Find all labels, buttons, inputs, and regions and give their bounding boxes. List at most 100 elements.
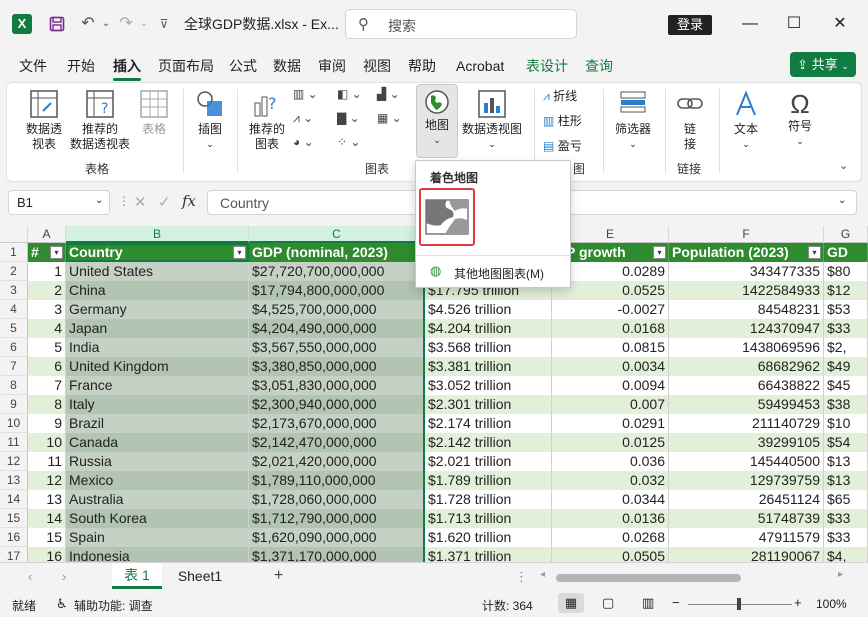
cell-country[interactable]: United States [66, 262, 249, 281]
cell-growth[interactable]: 0.0125 [552, 433, 669, 452]
column-header-a[interactable]: A [28, 226, 66, 243]
row-header[interactable]: 12 [0, 452, 28, 471]
share-button[interactable]: ⇪ 共享 ⌄ [790, 52, 856, 77]
customize-toolbar-icon[interactable]: ⊽ [152, 12, 176, 36]
cell-index[interactable]: 3 [28, 300, 66, 319]
pivot-chart-button[interactable]: 数据透视图 ⌄ [459, 89, 525, 152]
tab-home[interactable]: 开始 [67, 56, 95, 76]
collapse-ribbon-icon[interactable]: ⌄ [839, 159, 848, 172]
cell-gdp-per-capita[interactable]: $13 [824, 471, 868, 490]
row-header[interactable]: 7 [0, 357, 28, 376]
cell-gdp-per-capita[interactable]: $54 [824, 433, 868, 452]
cell-index[interactable]: 8 [28, 395, 66, 414]
table-header-gdp-per-capita[interactable]: GD [824, 243, 868, 262]
cell-country[interactable]: South Korea [66, 509, 249, 528]
maximize-icon[interactable]: ☐ [780, 12, 808, 36]
combo-chart-icon[interactable]: ▦ ⌄ [377, 111, 402, 125]
cell-country[interactable]: United Kingdom [66, 357, 249, 376]
cell-gdp[interactable]: $2,173,670,000,000 [249, 414, 425, 433]
cell-gdp[interactable]: $2,142,470,000,000 [249, 433, 425, 452]
chevron-down-icon[interactable]: ⌄ [838, 195, 846, 206]
cell-gdp-trillion[interactable]: $2.174 trillion [425, 414, 552, 433]
cell-index[interactable]: 4 [28, 319, 66, 338]
tab-view[interactable]: 视图 [363, 56, 391, 76]
cell-gdp[interactable]: $1,789,110,000,000 [249, 471, 425, 490]
scroll-left-icon[interactable]: ◂ [540, 569, 545, 580]
cell-gdp[interactable]: $3,567,550,000,000 [249, 338, 425, 357]
cell-gdp-per-capita[interactable]: $49 [824, 357, 868, 376]
tab-formulas[interactable]: 公式 [229, 56, 257, 76]
cell-index[interactable]: 15 [28, 528, 66, 547]
sparkline-line-button[interactable]: ⩘ 折线 [543, 87, 577, 104]
cell-country[interactable]: France [66, 376, 249, 395]
search-input[interactable]: ⚲ 搜索 [345, 9, 577, 39]
cell-gdp[interactable]: $17,794,800,000,000 [249, 281, 425, 300]
cell-population[interactable]: 51748739 [669, 509, 824, 528]
sheet-tab[interactable]: Sheet1 [168, 563, 232, 589]
row-header[interactable]: 3 [0, 281, 28, 300]
cell-population[interactable]: 211140729 [669, 414, 824, 433]
save-icon[interactable] [45, 12, 69, 36]
column-header-b[interactable]: B [66, 226, 249, 243]
cell-country[interactable]: Japan [66, 319, 249, 338]
cell-growth[interactable]: 0.0815 [552, 338, 669, 357]
cell-gdp-trillion[interactable]: $1.728 trillion [425, 490, 552, 509]
cell-gdp[interactable]: $3,380,850,000,000 [249, 357, 425, 376]
page-break-view-icon[interactable]: ▥ [642, 595, 654, 611]
tab-insert[interactable]: 插入 [113, 56, 141, 81]
enter-icon[interactable]: ✓ [158, 193, 171, 211]
cell-population[interactable]: 281190067 [669, 547, 824, 562]
scroll-right-icon[interactable]: › [62, 569, 66, 584]
cell-gdp-per-capita[interactable]: $45 [824, 376, 868, 395]
page-layout-view-icon[interactable]: ▢ [602, 595, 614, 611]
pivot-table-button[interactable]: 数据透 视表 [21, 89, 67, 152]
filter-dropdown-icon[interactable]: ▾ [808, 246, 821, 259]
insert-function-icon[interactable]: fx [182, 192, 196, 210]
row-header[interactable]: 14 [0, 490, 28, 509]
cell-gdp-trillion[interactable]: $3.568 trillion [425, 338, 552, 357]
cell-gdp-trillion[interactable]: $2.021 trillion [425, 452, 552, 471]
cell-index[interactable]: 7 [28, 376, 66, 395]
cell-gdp-per-capita[interactable]: $33 [824, 528, 868, 547]
scatter-chart-icon[interactable]: ⁘ ⌄ [337, 135, 360, 149]
cell-gdp-per-capita[interactable]: $33 [824, 319, 868, 338]
sheet-tab-active[interactable]: 表 1 [112, 563, 162, 589]
cell-gdp-trillion[interactable]: $3.381 trillion [425, 357, 552, 376]
table-header-country[interactable]: Country ▾ [66, 243, 249, 262]
column-header-g[interactable]: G [824, 226, 868, 243]
cell-population[interactable]: 1422584933 [669, 281, 824, 300]
cell-index[interactable]: 12 [28, 471, 66, 490]
cell-gdp[interactable]: $2,021,420,000,000 [249, 452, 425, 471]
cell-population[interactable]: 68682962 [669, 357, 824, 376]
tab-table-design[interactable]: 表设计 [526, 56, 568, 76]
table-button[interactable]: 表格 [137, 89, 171, 137]
text-button[interactable]: 文本 ⌄ [727, 89, 765, 152]
sparkline-column-button[interactable]: ▥ 柱形 [543, 112, 582, 129]
waterfall-chart-icon[interactable]: ▟ ⌄ [377, 87, 400, 101]
scroll-left-icon[interactable]: ‹ [28, 569, 32, 584]
cell-index[interactable]: 14 [28, 509, 66, 528]
recommended-pivot-button[interactable]: ? 推荐的 数据透视表 [67, 89, 133, 152]
column-header-f[interactable]: F [669, 226, 824, 243]
cell-gdp-per-capita[interactable]: $13 [824, 452, 868, 471]
add-sheet-button[interactable]: + [274, 567, 283, 585]
cell-gdp-trillion[interactable]: $3.052 trillion [425, 376, 552, 395]
cell-growth[interactable]: 0.0034 [552, 357, 669, 376]
cell-index[interactable]: 1 [28, 262, 66, 281]
cell-gdp-per-capita[interactable]: $10 [824, 414, 868, 433]
cell-gdp-trillion[interactable]: $1.713 trillion [425, 509, 552, 528]
filter-dropdown-icon[interactable]: ▾ [50, 246, 63, 259]
minimize-icon[interactable]: — [736, 12, 764, 36]
cell-population[interactable]: 84548231 [669, 300, 824, 319]
cell-growth[interactable]: 0.0094 [552, 376, 669, 395]
cell-index[interactable]: 11 [28, 452, 66, 471]
link-button[interactable]: 链 接 [673, 89, 707, 152]
zoom-slider-thumb[interactable] [737, 598, 741, 610]
cell-growth[interactable]: 0.0168 [552, 319, 669, 338]
cell-growth[interactable]: 0.0505 [552, 547, 669, 562]
cell-gdp-trillion[interactable]: $4.526 trillion [425, 300, 552, 319]
tab-help[interactable]: 帮助 [408, 56, 436, 76]
cell-gdp-per-capita[interactable]: $33 [824, 509, 868, 528]
filter-dropdown-icon[interactable]: ▾ [653, 246, 666, 259]
select-all-corner[interactable] [0, 226, 28, 243]
